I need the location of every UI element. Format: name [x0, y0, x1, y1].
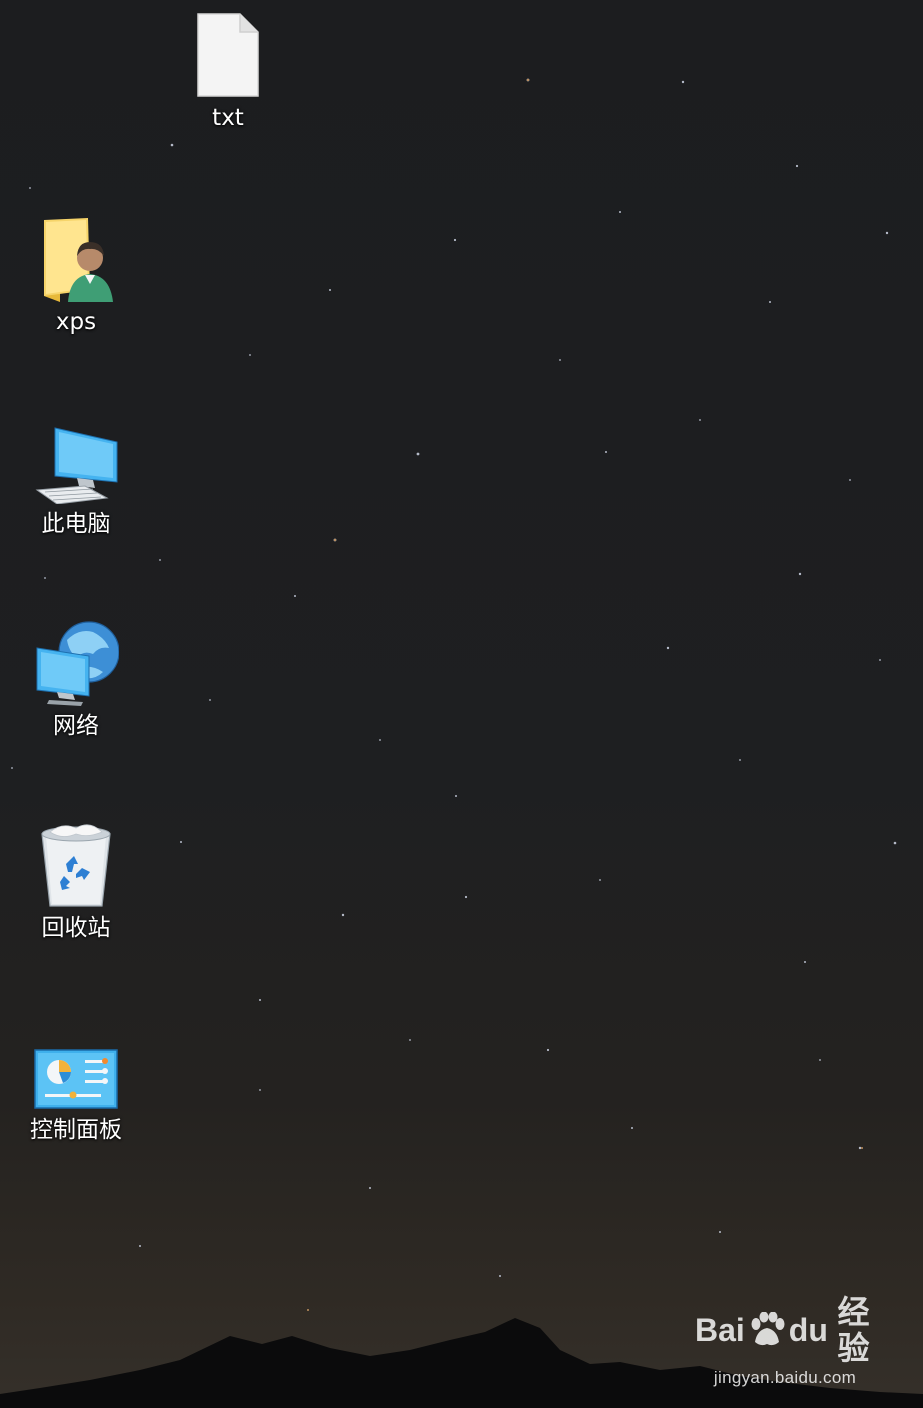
baidu-jingyan-watermark: Bai du 经验 jingyan.baidu.com	[695, 1294, 875, 1388]
watermark-url: jingyan.baidu.com	[713, 1368, 857, 1387]
network-icon	[31, 614, 121, 706]
icon-label: 控制面板	[30, 1117, 122, 1143]
icon-label: xps	[55, 309, 97, 335]
desktop-icon-xps[interactable]: xps	[21, 210, 131, 336]
icon-label: 此电脑	[41, 511, 111, 537]
icon-label: 回收站	[41, 915, 111, 941]
watermark-brand-left: Bai	[695, 1312, 745, 1348]
recycle-bin-icon	[31, 816, 121, 908]
desktop-icon-recycle-bin[interactable]: 回收站	[21, 816, 131, 942]
text-file-icon	[183, 6, 273, 98]
watermark-brand-right: 经验	[837, 1294, 870, 1366]
wallpaper-stars	[11, 78, 897, 1311]
desktop-icon-network[interactable]: 网络	[21, 614, 131, 740]
watermark-brand-mid: du	[788, 1312, 828, 1348]
control-panel-icon	[31, 1018, 121, 1110]
this-pc-icon	[31, 412, 121, 504]
user-folder-icon	[31, 210, 121, 302]
desktop-icon-this-pc[interactable]: 此电脑	[21, 412, 131, 538]
baidu-paw-icon	[747, 1311, 787, 1348]
desktop-icon-txt[interactable]: txt	[173, 6, 283, 132]
icon-label: 网络	[53, 713, 99, 739]
icon-label: txt	[212, 105, 244, 131]
desktop-icon-control-panel[interactable]: 控制面板	[21, 1018, 131, 1144]
